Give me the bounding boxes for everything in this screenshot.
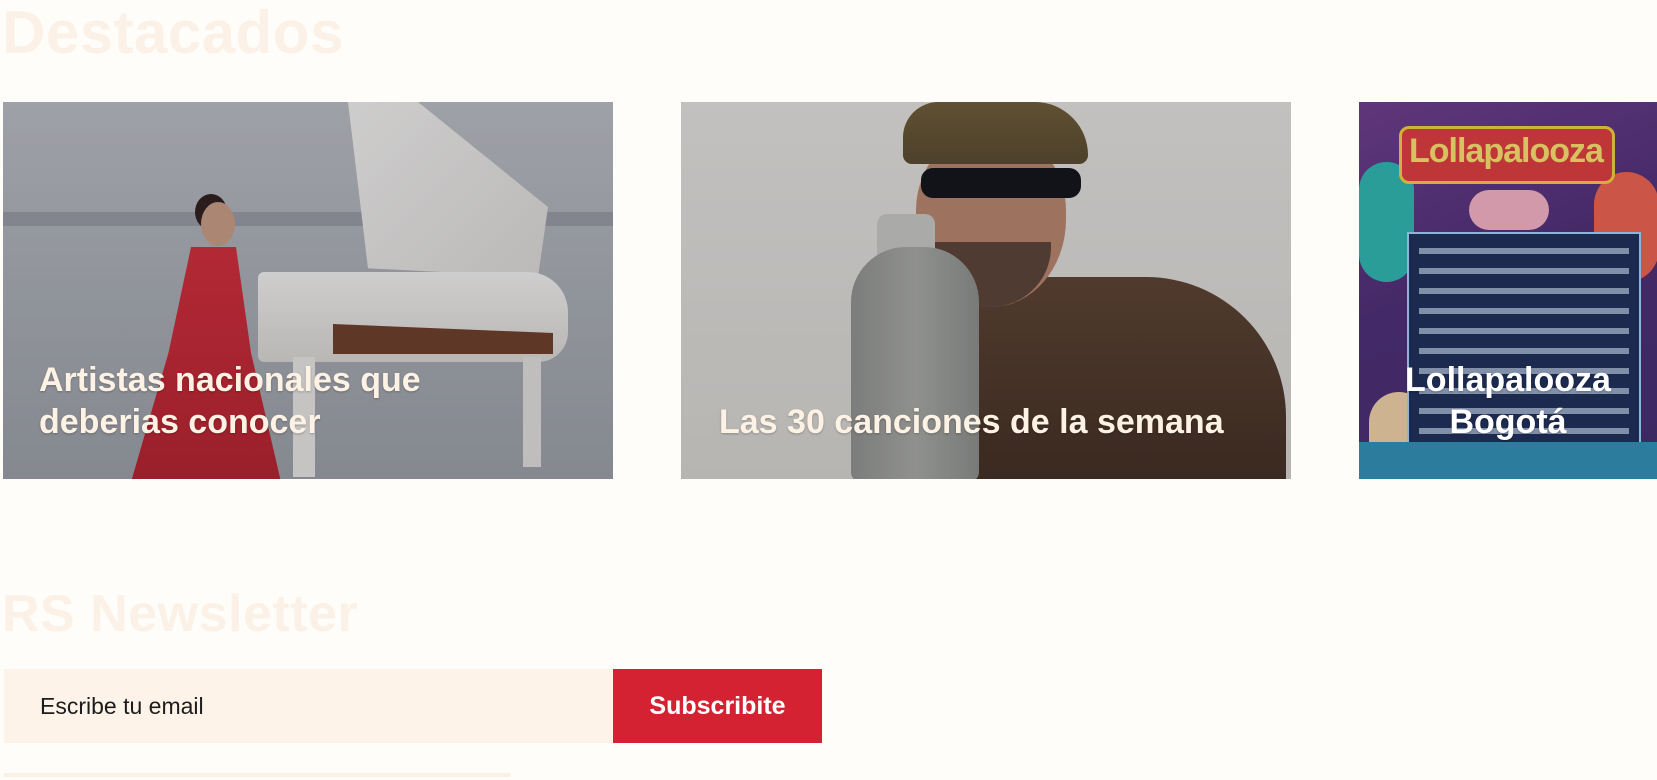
card-title[interactable]: Artistas nacionales que deberias conocer [39,359,459,443]
newsletter-section-title: RS Newsletter [2,585,359,643]
email-input[interactable] [4,669,613,743]
card-title[interactable]: Lollapalooza Bogotá [1359,359,1657,443]
subscribe-button[interactable]: Subscribite [613,669,822,743]
featured-card-lollapalooza[interactable]: Lollapalooza Lollapalooza Bogotá [1359,102,1657,479]
featured-card-canciones[interactable]: Las 30 canciones de la semana [681,102,1291,479]
featured-section-title: Destacados [2,0,344,66]
divider [4,773,510,777]
featured-card-artistas[interactable]: Artistas nacionales que deberias conocer [3,102,613,479]
card-title[interactable]: Las 30 canciones de la semana [719,401,1279,443]
